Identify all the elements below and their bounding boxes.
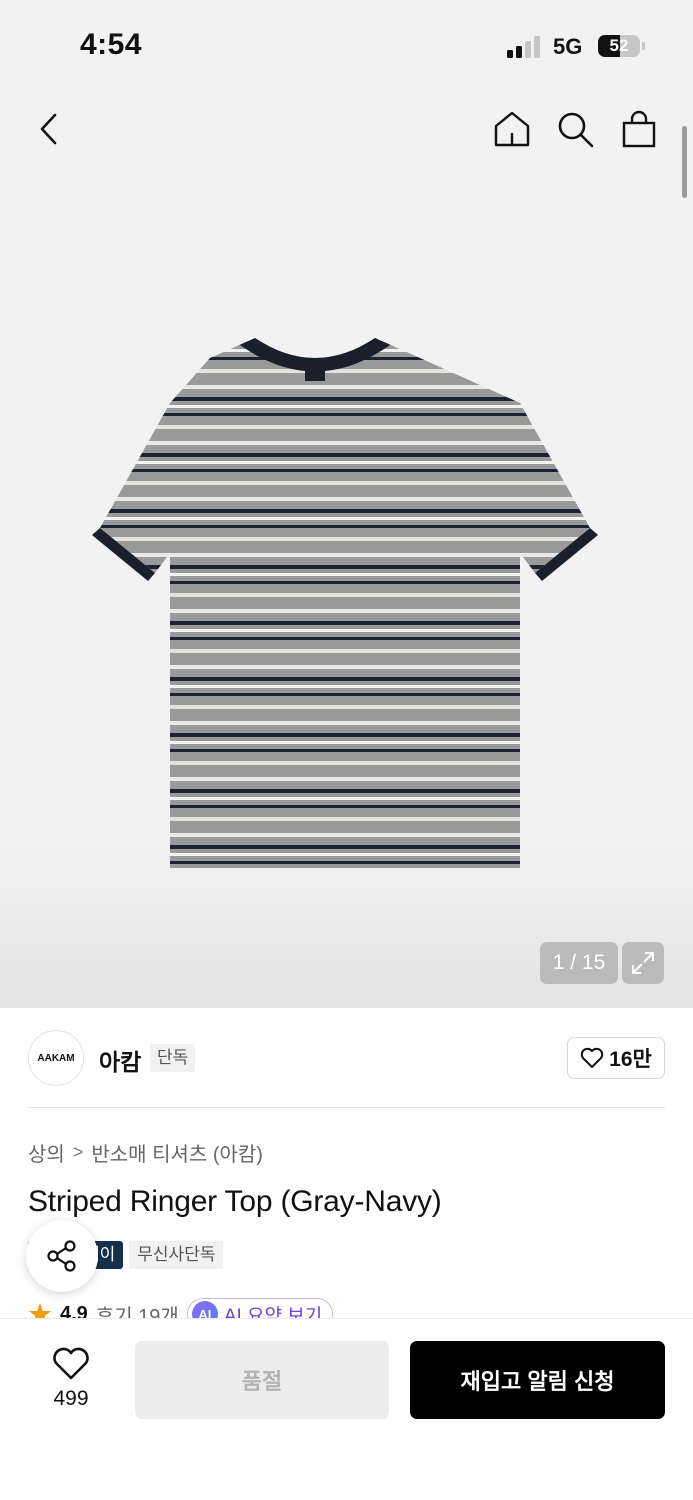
search-icon bbox=[558, 112, 594, 148]
restock-alert-button[interactable]: 재입고 알림 신청 bbox=[410, 1341, 665, 1419]
wishlist-button[interactable]: 499 bbox=[40, 1347, 102, 1411]
battery-icon: 52 bbox=[598, 35, 640, 57]
network-label: 5G bbox=[553, 34, 583, 59]
musinsa-exclusive-tag: 무신사단독 bbox=[129, 1241, 224, 1269]
cart-button[interactable] bbox=[616, 106, 662, 152]
back-button[interactable] bbox=[26, 106, 72, 152]
brand-logo-text: AAKAM bbox=[37, 1052, 75, 1064]
home-icon bbox=[494, 111, 530, 147]
share-button[interactable] bbox=[26, 1220, 98, 1292]
home-button[interactable] bbox=[489, 106, 535, 152]
product-image-gallery[interactable]: 1 / 15 bbox=[0, 168, 693, 1008]
expand-button[interactable] bbox=[622, 942, 664, 984]
divider bbox=[28, 1107, 665, 1108]
brand-row: AAKAM 아캄 단독 16만 bbox=[28, 1030, 665, 1086]
chevron-left-icon bbox=[40, 113, 57, 145]
soldout-button: 품절 bbox=[135, 1341, 389, 1419]
share-icon bbox=[47, 1240, 76, 1272]
brand-logo[interactable]: AAKAM bbox=[28, 1030, 84, 1086]
heart-icon bbox=[580, 1047, 604, 1068]
bottom-action-bar: 499 품절 재입고 알림 신청 bbox=[0, 1318, 693, 1500]
wishlist-count: 499 bbox=[53, 1387, 89, 1410]
product-image bbox=[92, 338, 598, 868]
heart-icon bbox=[53, 1347, 89, 1380]
status-time: 4:54 bbox=[80, 28, 143, 61]
search-button[interactable] bbox=[552, 106, 598, 152]
battery-tip bbox=[642, 42, 645, 50]
expand-icon bbox=[632, 952, 654, 974]
image-pager: 1 / 15 bbox=[540, 942, 618, 984]
brand-like-button[interactable]: 16만 bbox=[567, 1037, 665, 1079]
breadcrumb-category[interactable]: 상의 bbox=[28, 1138, 65, 1167]
status-bar: 4:54 5G 52 bbox=[0, 0, 693, 92]
signal-icon bbox=[507, 34, 543, 58]
brand-name[interactable]: 아캄 bbox=[99, 1043, 141, 1077]
product-title: Striped Ringer Top (Gray-Navy) bbox=[28, 1185, 442, 1218]
exclusive-badge: 단독 bbox=[150, 1044, 196, 1072]
breadcrumb: 상의 > 반소매 티셔츠 (아캄) bbox=[28, 1138, 263, 1167]
brand-like-count: 16만 bbox=[609, 1048, 652, 1071]
scrollbar[interactable] bbox=[682, 126, 687, 198]
top-nav bbox=[0, 92, 693, 168]
shopping-bag-icon bbox=[622, 110, 656, 148]
battery-label: 52 bbox=[609, 36, 629, 55]
breadcrumb-subcategory[interactable]: 반소매 티셔츠 (아캄) bbox=[91, 1138, 263, 1167]
breadcrumb-separator: > bbox=[72, 1142, 84, 1162]
